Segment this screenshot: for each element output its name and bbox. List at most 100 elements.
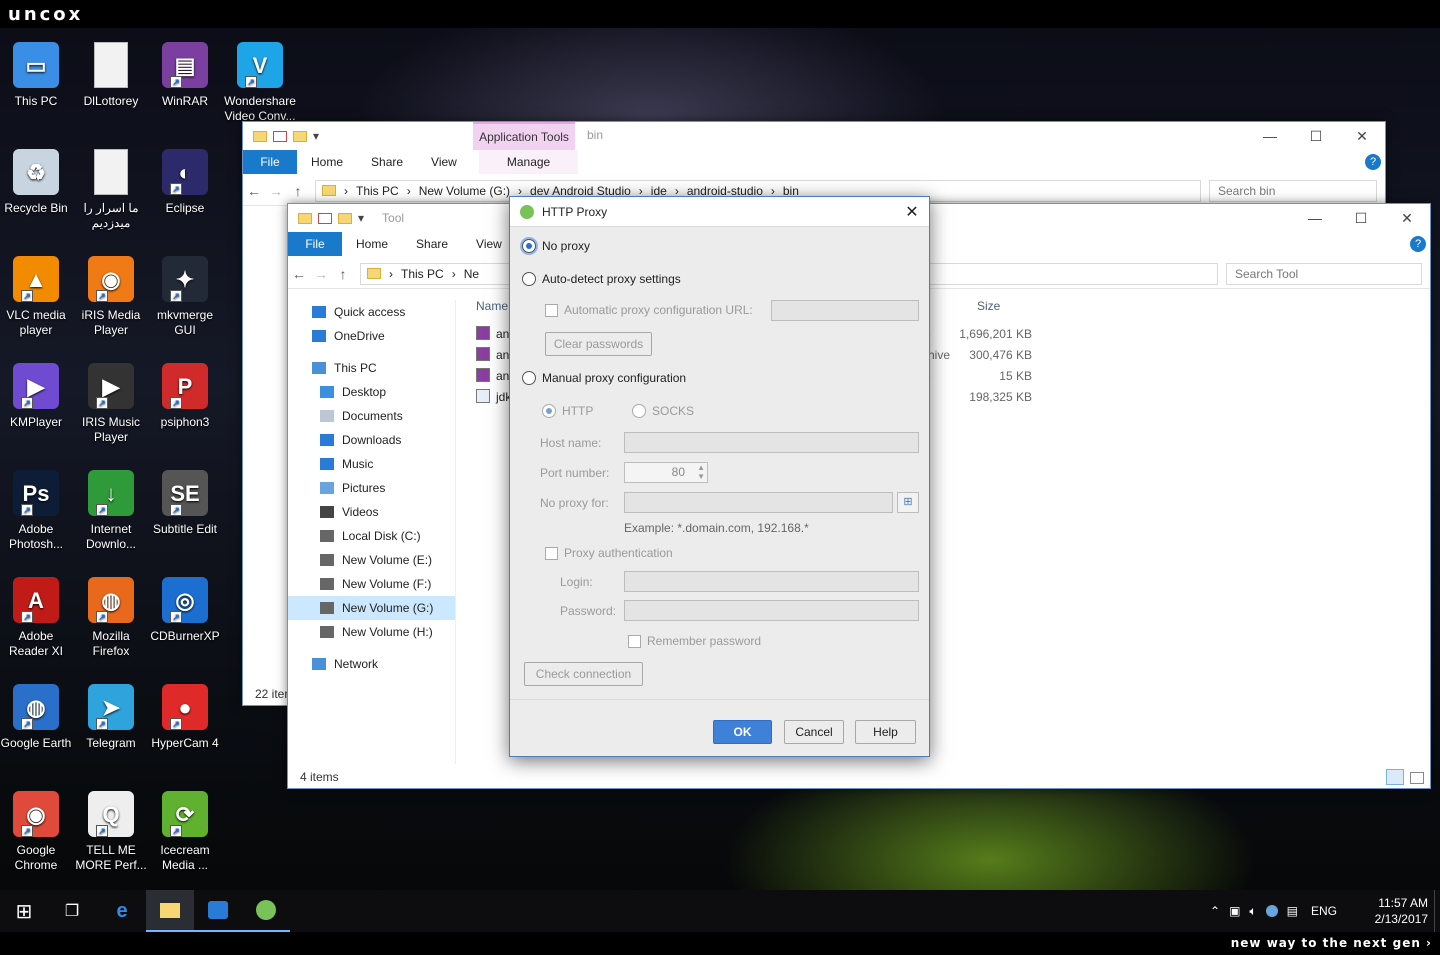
properties-icon[interactable]	[273, 130, 287, 142]
desktop-icon[interactable]: ◉ ↗ Google Chrome	[0, 787, 74, 873]
desktop-icon[interactable]: ⟳ ↗ Icecream Media ...	[147, 787, 223, 873]
start-windows-icon[interactable]: ⊞	[0, 890, 48, 932]
task-view-icon[interactable]: ❐	[48, 890, 96, 932]
tab-view[interactable]: View	[462, 232, 516, 256]
android-studio-icon[interactable]	[242, 890, 290, 932]
socks-radio[interactable]: SOCKS	[632, 404, 694, 418]
radio-selected[interactable]	[522, 239, 536, 253]
close-button[interactable]: ✕	[1339, 122, 1385, 150]
tab-file[interactable]: File	[243, 150, 297, 174]
close-button[interactable]: ✕	[895, 197, 929, 227]
checkbox[interactable]	[545, 546, 558, 560]
forward-arrow-icon[interactable]: →	[310, 266, 332, 282]
desktop-icon[interactable]: ◍ ↗ Mozilla Firefox	[73, 573, 149, 659]
cancel-button[interactable]: Cancel	[784, 720, 844, 744]
column-header-size[interactable]: Size	[977, 299, 1000, 313]
checkbox[interactable]	[545, 303, 558, 317]
nav-item[interactable]: Downloads	[288, 428, 455, 452]
help-icon[interactable]: ?	[1410, 236, 1426, 252]
no-proxy-radio[interactable]: No proxy	[522, 239, 590, 253]
desktop-icon[interactable]: ▲ ↗ VLC media player	[0, 252, 74, 338]
desktop-icon[interactable]: ● ↗ HyperCam 4	[147, 680, 223, 751]
maximize-button[interactable]: ☐	[1338, 204, 1384, 232]
clock[interactable]: 11:57 AM 2/13/2017	[1374, 890, 1428, 932]
nav-item[interactable]: New Volume (E:)	[288, 548, 455, 572]
desktop-icon[interactable]: ▶ ↗ IRIS Music Player	[73, 359, 149, 445]
breadcrumb-item[interactable]: New Volume (G:)	[419, 184, 510, 198]
help-icon[interactable]: ?	[1365, 154, 1381, 170]
desktop-icon[interactable]: ♻ Recycle Bin	[0, 145, 74, 216]
show-desktop-button[interactable]	[1434, 890, 1440, 932]
nav-item[interactable]: Quick access	[288, 300, 455, 324]
nav-item[interactable]: OneDrive	[288, 324, 455, 348]
search-input[interactable]: Search bin	[1209, 179, 1377, 202]
nav-item[interactable]: This PC	[288, 356, 455, 380]
auto-config-url-field[interactable]	[771, 300, 919, 321]
no-proxy-for-field[interactable]	[624, 492, 893, 513]
nav-item[interactable]: Network	[288, 652, 455, 676]
help-button[interactable]: Help	[855, 720, 916, 744]
radio-unselected[interactable]	[522, 371, 536, 385]
details-view-icon[interactable]	[1386, 769, 1404, 785]
desktop-icon[interactable]: ▭ This PC	[0, 38, 74, 109]
radio-unselected[interactable]	[522, 272, 536, 286]
check-connection-button[interactable]: Check connection	[524, 662, 643, 686]
nav-item[interactable]: New Volume (G:)	[288, 596, 455, 620]
nav-item[interactable]: New Volume (F:)	[288, 572, 455, 596]
radio-unselected[interactable]	[632, 404, 646, 418]
close-button[interactable]: ✕	[1384, 204, 1430, 232]
http-radio[interactable]: HTTP	[542, 404, 593, 418]
context-tab-application-tools[interactable]: Application Tools	[473, 122, 575, 150]
desktop-icon[interactable]: V ↗ Wondershare Video Conv...	[222, 38, 298, 124]
tab-share[interactable]: Share	[402, 232, 462, 256]
nav-item[interactable]: Music	[288, 452, 455, 476]
search-input[interactable]: Search Tool	[1226, 262, 1422, 285]
port-number-stepper[interactable]: 80 ▲ ▼	[624, 462, 708, 483]
nav-item[interactable]: New Volume (H:)	[288, 620, 455, 644]
proxy-auth-checkbox[interactable]: Proxy authentication	[545, 546, 673, 560]
desktop-icon[interactable]: ➤ ↗ Telegram	[73, 680, 149, 751]
desktop-icon[interactable]: DlLottorey	[73, 38, 149, 109]
chevron-up-icon[interactable]: ⌃	[1210, 904, 1220, 918]
spinner-arrows-icon[interactable]: ▲ ▼	[697, 463, 705, 481]
maximize-button[interactable]: ☐	[1293, 122, 1339, 150]
password-field[interactable]	[624, 600, 919, 621]
desktop-icon[interactable]: ▤ ↗ WinRAR	[147, 38, 223, 109]
desktop-icon[interactable]: ↓ ↗ Internet Downlo...	[73, 466, 149, 552]
desktop-icon[interactable]: Ps ↗ Adobe Photosh...	[0, 466, 74, 552]
auto-config-url-checkbox[interactable]: Automatic proxy configuration URL:	[545, 303, 753, 317]
desktop-icon[interactable]: ما اسرار را میدزدیم	[73, 145, 149, 231]
minimize-button[interactable]: —	[1292, 204, 1338, 232]
desktop-icon[interactable]: ◉ ↗ iRIS Media Player	[73, 252, 149, 338]
minimize-button[interactable]: —	[1247, 122, 1293, 150]
remember-password-checkbox[interactable]: Remember password	[628, 634, 761, 648]
large-icons-view-icon[interactable]	[1410, 772, 1424, 784]
desktop-icon[interactable]: ▶ ↗ KMPlayer	[0, 359, 74, 430]
tray-app-icon[interactable]: ▤	[1287, 904, 1298, 918]
nav-item[interactable]: Documents	[288, 404, 455, 428]
manual-proxy-radio[interactable]: Manual proxy configuration	[522, 371, 686, 385]
tab-file[interactable]: File	[288, 232, 342, 256]
nav-item[interactable]: Pictures	[288, 476, 455, 500]
expand-field-button[interactable]: ⊞	[897, 492, 919, 513]
desktop-icon[interactable]: ◍ ↗ Google Earth	[0, 680, 74, 751]
chevron-down-icon[interactable]: ▾	[313, 129, 319, 143]
auto-detect-radio[interactable]: Auto-detect proxy settings	[522, 272, 681, 286]
tab-view[interactable]: View	[417, 150, 471, 174]
tab-home[interactable]: Home	[342, 232, 402, 256]
radio-selected[interactable]	[542, 404, 556, 418]
forward-arrow-icon[interactable]: →	[265, 183, 287, 199]
chevron-down-icon[interactable]: ▾	[358, 211, 364, 225]
tab-manage[interactable]: Manage	[478, 150, 579, 174]
up-arrow-icon[interactable]: ↑	[287, 183, 309, 199]
column-header-name[interactable]: Name	[476, 299, 508, 313]
nav-item[interactable]: Local Disk (C:)	[288, 524, 455, 548]
media-player-icon[interactable]	[194, 890, 242, 932]
desktop-icon[interactable]: A ↗ Adobe Reader XI	[0, 573, 74, 659]
back-arrow-icon[interactable]: ←	[243, 183, 265, 199]
language-indicator[interactable]: ENG	[1311, 904, 1337, 918]
clear-passwords-button[interactable]: Clear passwords	[545, 332, 652, 356]
new-folder-icon[interactable]	[293, 130, 307, 142]
desktop-icon[interactable]: ◎ ↗ CDBurnerXP	[147, 573, 223, 644]
desktop-icon[interactable]: SE ↗ Subtitle Edit	[147, 466, 223, 537]
